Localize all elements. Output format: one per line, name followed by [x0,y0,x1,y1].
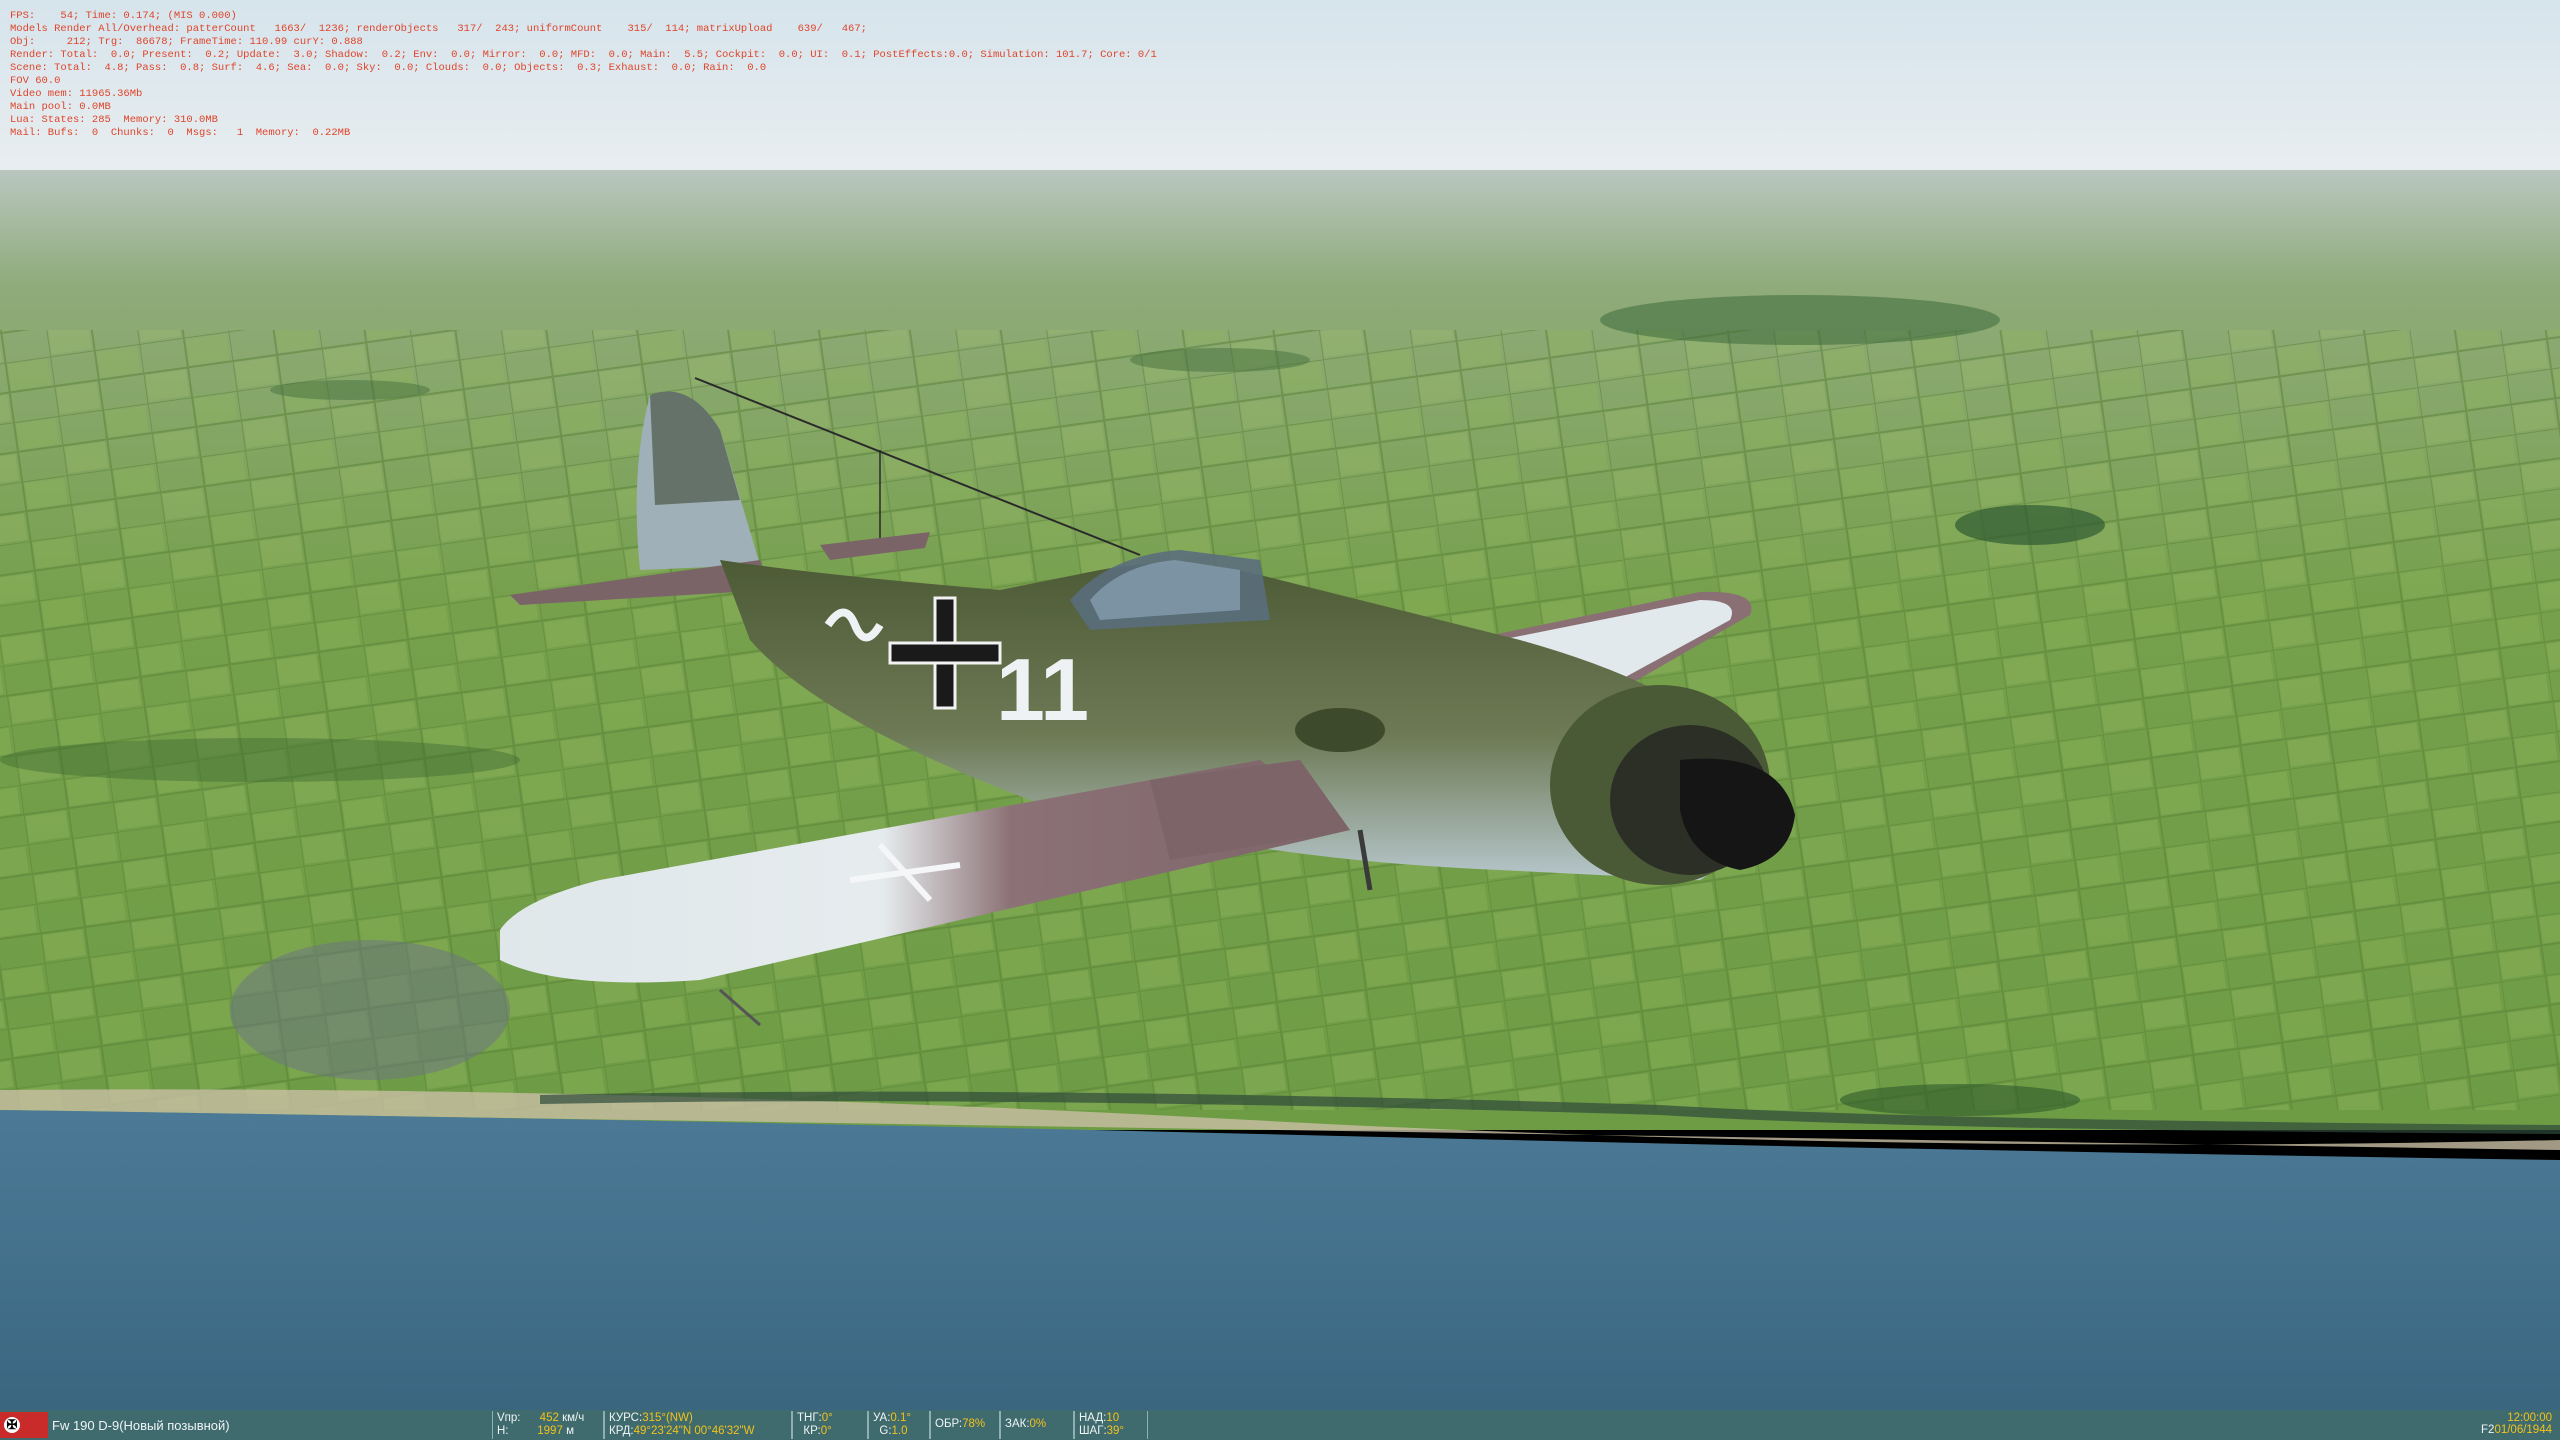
debug-line: FOV 60.0 [10,75,61,87]
heading-value: 315°(NW) [642,1412,693,1424]
clock-value: 12:00:00 [2507,1412,2552,1424]
game-viewport[interactable]: 11 FPS: 54; Time: 0.174; (MIS 0.000) Mode… [0,0,2560,1410]
tail-number: 11 [996,640,1089,739]
mission-time: 12:00:00 F201/06/1944 [2481,1412,2552,1436]
pitch-roll-cell: ТНГ:0° КР:0° [792,1411,868,1439]
roll-label: КР: [803,1425,821,1437]
debug-line: Main pool: 0.0MB [10,101,111,113]
aircraft-name: Fw 190 D-9(Новый позывной) [52,1418,230,1433]
coords-label: КРД: [609,1425,634,1437]
debug-line: Lua: States: 285 Memory: 310.0MB [10,114,218,126]
debug-line: Render: Total: 0.0; Present: 0.2; Update… [10,49,1157,61]
speed-value: 452 [539,1412,559,1424]
flight-scene: 11 [0,0,2560,1410]
g-value: 1.0 [891,1425,908,1437]
aoa-value: 0.1° [890,1412,911,1424]
date-value: 01/06/1944 [2494,1424,2552,1436]
nation-flag-icon: ✠ [0,1412,48,1438]
aoa-label: УА: [873,1412,891,1424]
camera-view-label: F2 [2481,1424,2495,1436]
debug-line: Models Render All/Overhead: patterCount … [10,23,867,35]
flaps-label: ЗАК: [1005,1418,1030,1430]
altitude-value: 1997 [537,1425,563,1437]
boost-value: 10 [1106,1412,1120,1424]
debug-line: Mail: Bufs: 0 Chunks: 0 Msgs: 1 Memory: … [10,127,351,139]
speed-label: Vпр: [497,1412,521,1424]
aoa-g-cell: УА:0.1° G:1.0 [868,1411,930,1439]
prop-pitch-value: 39° [1106,1425,1125,1437]
heading-label: КУРС: [609,1412,643,1424]
flaps-value: 0% [1029,1418,1047,1430]
prop-pitch-label: ШАГ: [1079,1425,1107,1437]
speed-altitude-cell: Vпр: 452 км/ч H: 1997 м [492,1411,604,1439]
rpm-value: 78% [962,1418,986,1430]
flaps-cell: ЗАК:0% [1000,1411,1074,1439]
boost-pitch-cell: НАД:10 ШАГ:39° [1074,1411,1148,1439]
debug-line: Obj: 212; Trg: 86678; FrameTime: 110.99 … [10,36,363,48]
boost-label: НАД: [1079,1412,1107,1424]
debug-line: Video mem: 11965.36Mb [10,88,143,100]
speed-unit: км/ч [562,1412,585,1424]
debug-overlay: FPS: 54; Time: 0.174; (MIS 0.000) Models … [10,10,1157,140]
rpm-label: ОБР: [935,1418,963,1430]
roll-value: 0° [820,1425,832,1437]
heading-coords-cell: КУРС:315°(NW) КРД:49°23'24"N 00°46'32"W [604,1411,792,1439]
rpm-cell: ОБР:78% [930,1411,1000,1439]
debug-line: FPS: 54; Time: 0.174; (MIS 0.000) [10,10,237,22]
pitch-label: ТНГ: [797,1412,822,1424]
coords-value: 49°23'24"N 00°46'32"W [633,1425,755,1437]
altitude-unit: м [566,1425,574,1437]
g-label: G: [879,1425,892,1437]
pitch-value: 0° [821,1412,833,1424]
altitude-label: H: [497,1425,509,1437]
status-bar: ✠ Fw 190 D-9(Новый позывной) Vпр: 452 км… [0,1410,2560,1440]
debug-line: Scene: Total: 4.8; Pass: 0.8; Surf: 4.6;… [10,62,767,74]
